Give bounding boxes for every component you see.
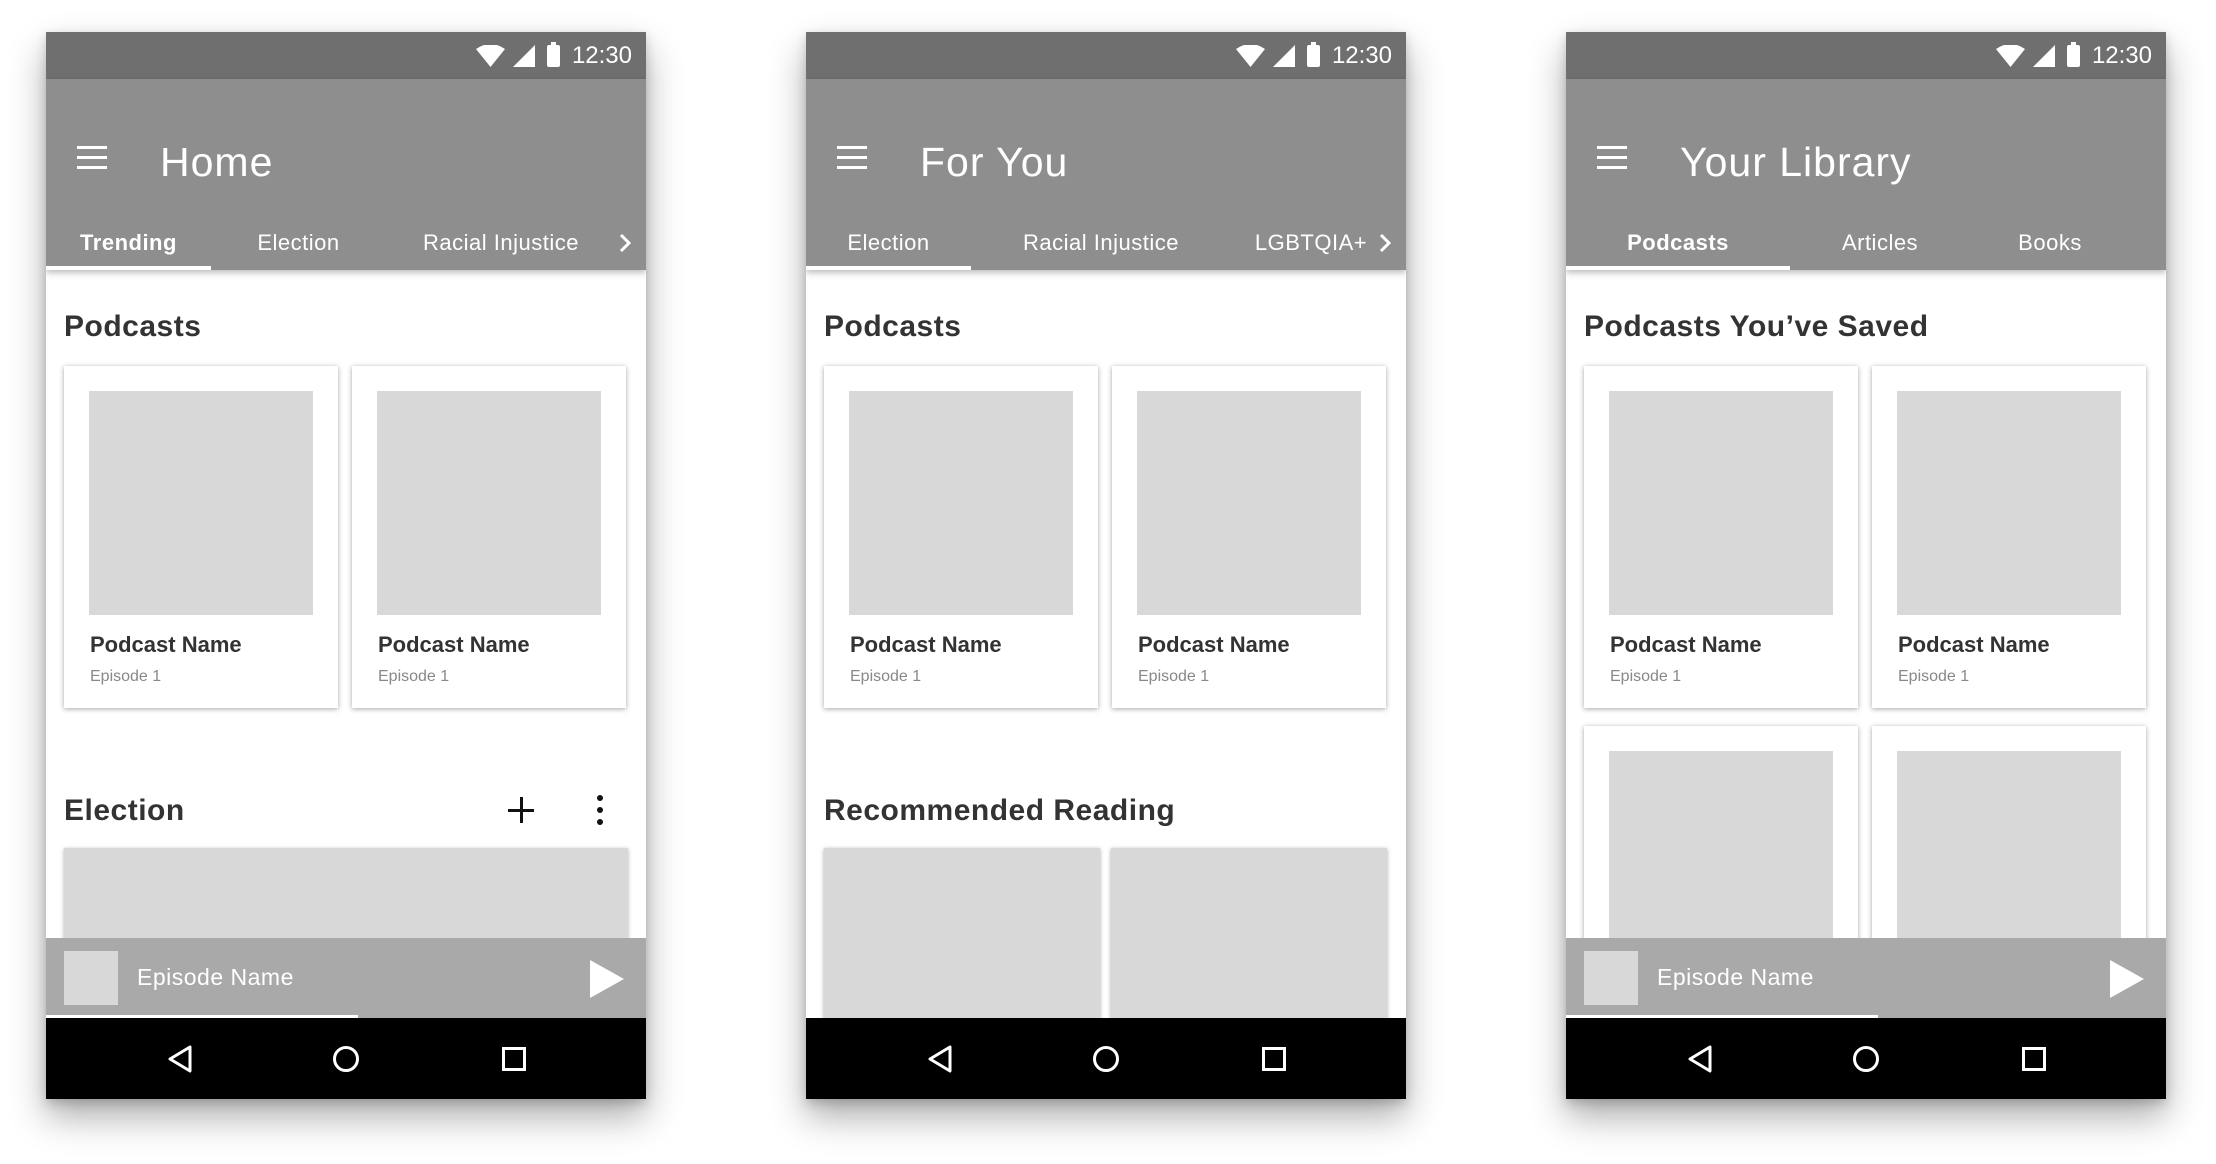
system-nav-bar [806,1018,1406,1099]
podcast-card[interactable]: Podcast Name Episode 1 [352,366,626,708]
podcast-card[interactable]: Podcast Name Episode 1 [1584,366,1858,708]
tab-election[interactable]: Election [211,216,386,270]
tab-row: Election Racial Injustice LGBTQIA+ [806,216,1406,270]
phone-screen-home: 12:30 Home Trending Election Racial Inju… [46,32,646,1099]
chevron-right-icon[interactable] [1379,233,1391,253]
more-vertical-icon[interactable] [596,795,604,825]
status-icons: 12:30 [475,32,632,79]
tab-articles[interactable]: Articles [1790,216,1970,270]
podcast-cover-image [89,391,313,615]
tab-podcasts[interactable]: Podcasts [1566,216,1790,270]
phone-screen-for-you: 12:30 For You Election Racial Injustice … [806,32,1406,1099]
status-bar: 12:30 [46,32,646,79]
wifi-icon [1995,44,2025,67]
phone-screen-your-library: 12:30 Your Library Podcasts Articles Boo… [1566,32,2166,1099]
podcast-name: Podcast Name [850,632,1002,657]
battery-icon [2066,41,2080,67]
app-bar: Your Library Podcasts Articles Books [1566,79,2166,270]
episode-thumbnail [1584,951,1638,1005]
podcast-card[interactable]: Podcast Name Episode 1 [64,366,338,708]
menu-icon[interactable] [1597,146,1627,170]
episode-label: Episode 1 [1610,668,1682,685]
system-nav-bar [46,1018,646,1099]
section-title-podcasts: Podcasts [824,310,962,343]
podcast-cover-image [1137,391,1361,615]
battery-icon [1306,41,1320,67]
tab-racial-injustice[interactable]: Racial Injustice [996,216,1206,270]
tab-indicator [806,266,971,270]
episode-label: Episode 1 [1138,668,1210,685]
podcast-name: Podcast Name [1138,632,1290,657]
page-title: Your Library [1680,139,1912,185]
tab-indicator [46,266,211,270]
home-icon[interactable] [1852,1045,1880,1073]
section-title-podcasts: Podcasts [64,310,202,343]
mini-player[interactable]: Episode Name [46,938,646,1018]
menu-icon[interactable] [77,146,107,170]
podcast-cover-image [1897,391,2121,615]
chevron-right-icon[interactable] [619,233,631,253]
podcast-cover-image [377,391,601,615]
app-bar: Home Trending Election Racial Injustice [46,79,646,270]
play-icon[interactable] [590,960,624,998]
wifi-icon [1235,44,1265,67]
tab-lgbtqia[interactable]: LGBTQIA+ [1246,216,1376,270]
tab-books[interactable]: Books [1970,216,2130,270]
status-bar: 12:30 [806,32,1406,79]
page-title: For You [920,139,1069,185]
home-icon[interactable] [332,1045,360,1073]
recent-apps-icon[interactable] [1262,1047,1286,1071]
status-time: 12:30 [571,41,632,69]
play-icon[interactable] [2110,960,2144,998]
status-time: 12:30 [2091,41,2152,69]
tab-indicator [1566,266,1790,270]
podcast-card[interactable]: Podcast Name Episode 1 [1112,366,1386,708]
home-icon[interactable] [1092,1045,1120,1073]
status-icons: 12:30 [1235,32,1392,79]
page-title: Home [160,139,274,185]
status-time: 12:30 [1331,41,1392,69]
podcast-name: Podcast Name [1610,632,1762,657]
status-icons: 12:30 [1995,32,2152,79]
episode-label: Episode 1 [850,668,922,685]
section-title-recommended-reading: Recommended Reading [824,794,1176,827]
podcast-name: Podcast Name [1898,632,2050,657]
tab-row: Podcasts Articles Books [1566,216,2166,270]
back-icon[interactable] [166,1045,194,1073]
podcast-cover-image [1609,391,1833,615]
podcast-cover-image [849,391,1073,615]
episode-label: Episode 1 [1898,668,1970,685]
back-icon[interactable] [926,1045,954,1073]
add-icon[interactable] [508,797,534,823]
tab-racial-injustice[interactable]: Racial Injustice [386,216,616,270]
status-bar: 12:30 [1566,32,2166,79]
podcast-name: Podcast Name [378,632,530,657]
signal-icon [1272,44,1295,67]
section-title-saved-podcasts: Podcasts You’ve Saved [1584,310,1929,343]
wifi-icon [475,44,505,67]
podcast-card[interactable]: Podcast Name Episode 1 [1872,366,2146,708]
mini-player[interactable]: Episode Name [1566,938,2166,1018]
signal-icon [512,44,535,67]
section-title-election: Election [64,794,185,827]
battery-icon [546,41,560,67]
podcast-name: Podcast Name [90,632,242,657]
content-area: Podcasts Podcast Name Episode 1 Podcast … [806,270,1406,1099]
recent-apps-icon[interactable] [502,1047,526,1071]
podcast-card[interactable]: Podcast Name Episode 1 [824,366,1098,708]
back-icon[interactable] [1686,1045,1714,1073]
episode-label: Episode 1 [378,668,450,685]
signal-icon [2032,44,2055,67]
app-bar: For You Election Racial Injustice LGBTQI… [806,79,1406,270]
tab-row: Trending Election Racial Injustice [46,216,646,270]
tab-election[interactable]: Election [806,216,971,270]
episode-name: Episode Name [1657,964,1814,990]
recent-apps-icon[interactable] [2022,1047,2046,1071]
tab-trending[interactable]: Trending [46,216,211,270]
menu-icon[interactable] [837,146,867,170]
system-nav-bar [1566,1018,2166,1099]
episode-label: Episode 1 [90,668,162,685]
episode-thumbnail [64,951,118,1005]
episode-name: Episode Name [137,964,294,990]
